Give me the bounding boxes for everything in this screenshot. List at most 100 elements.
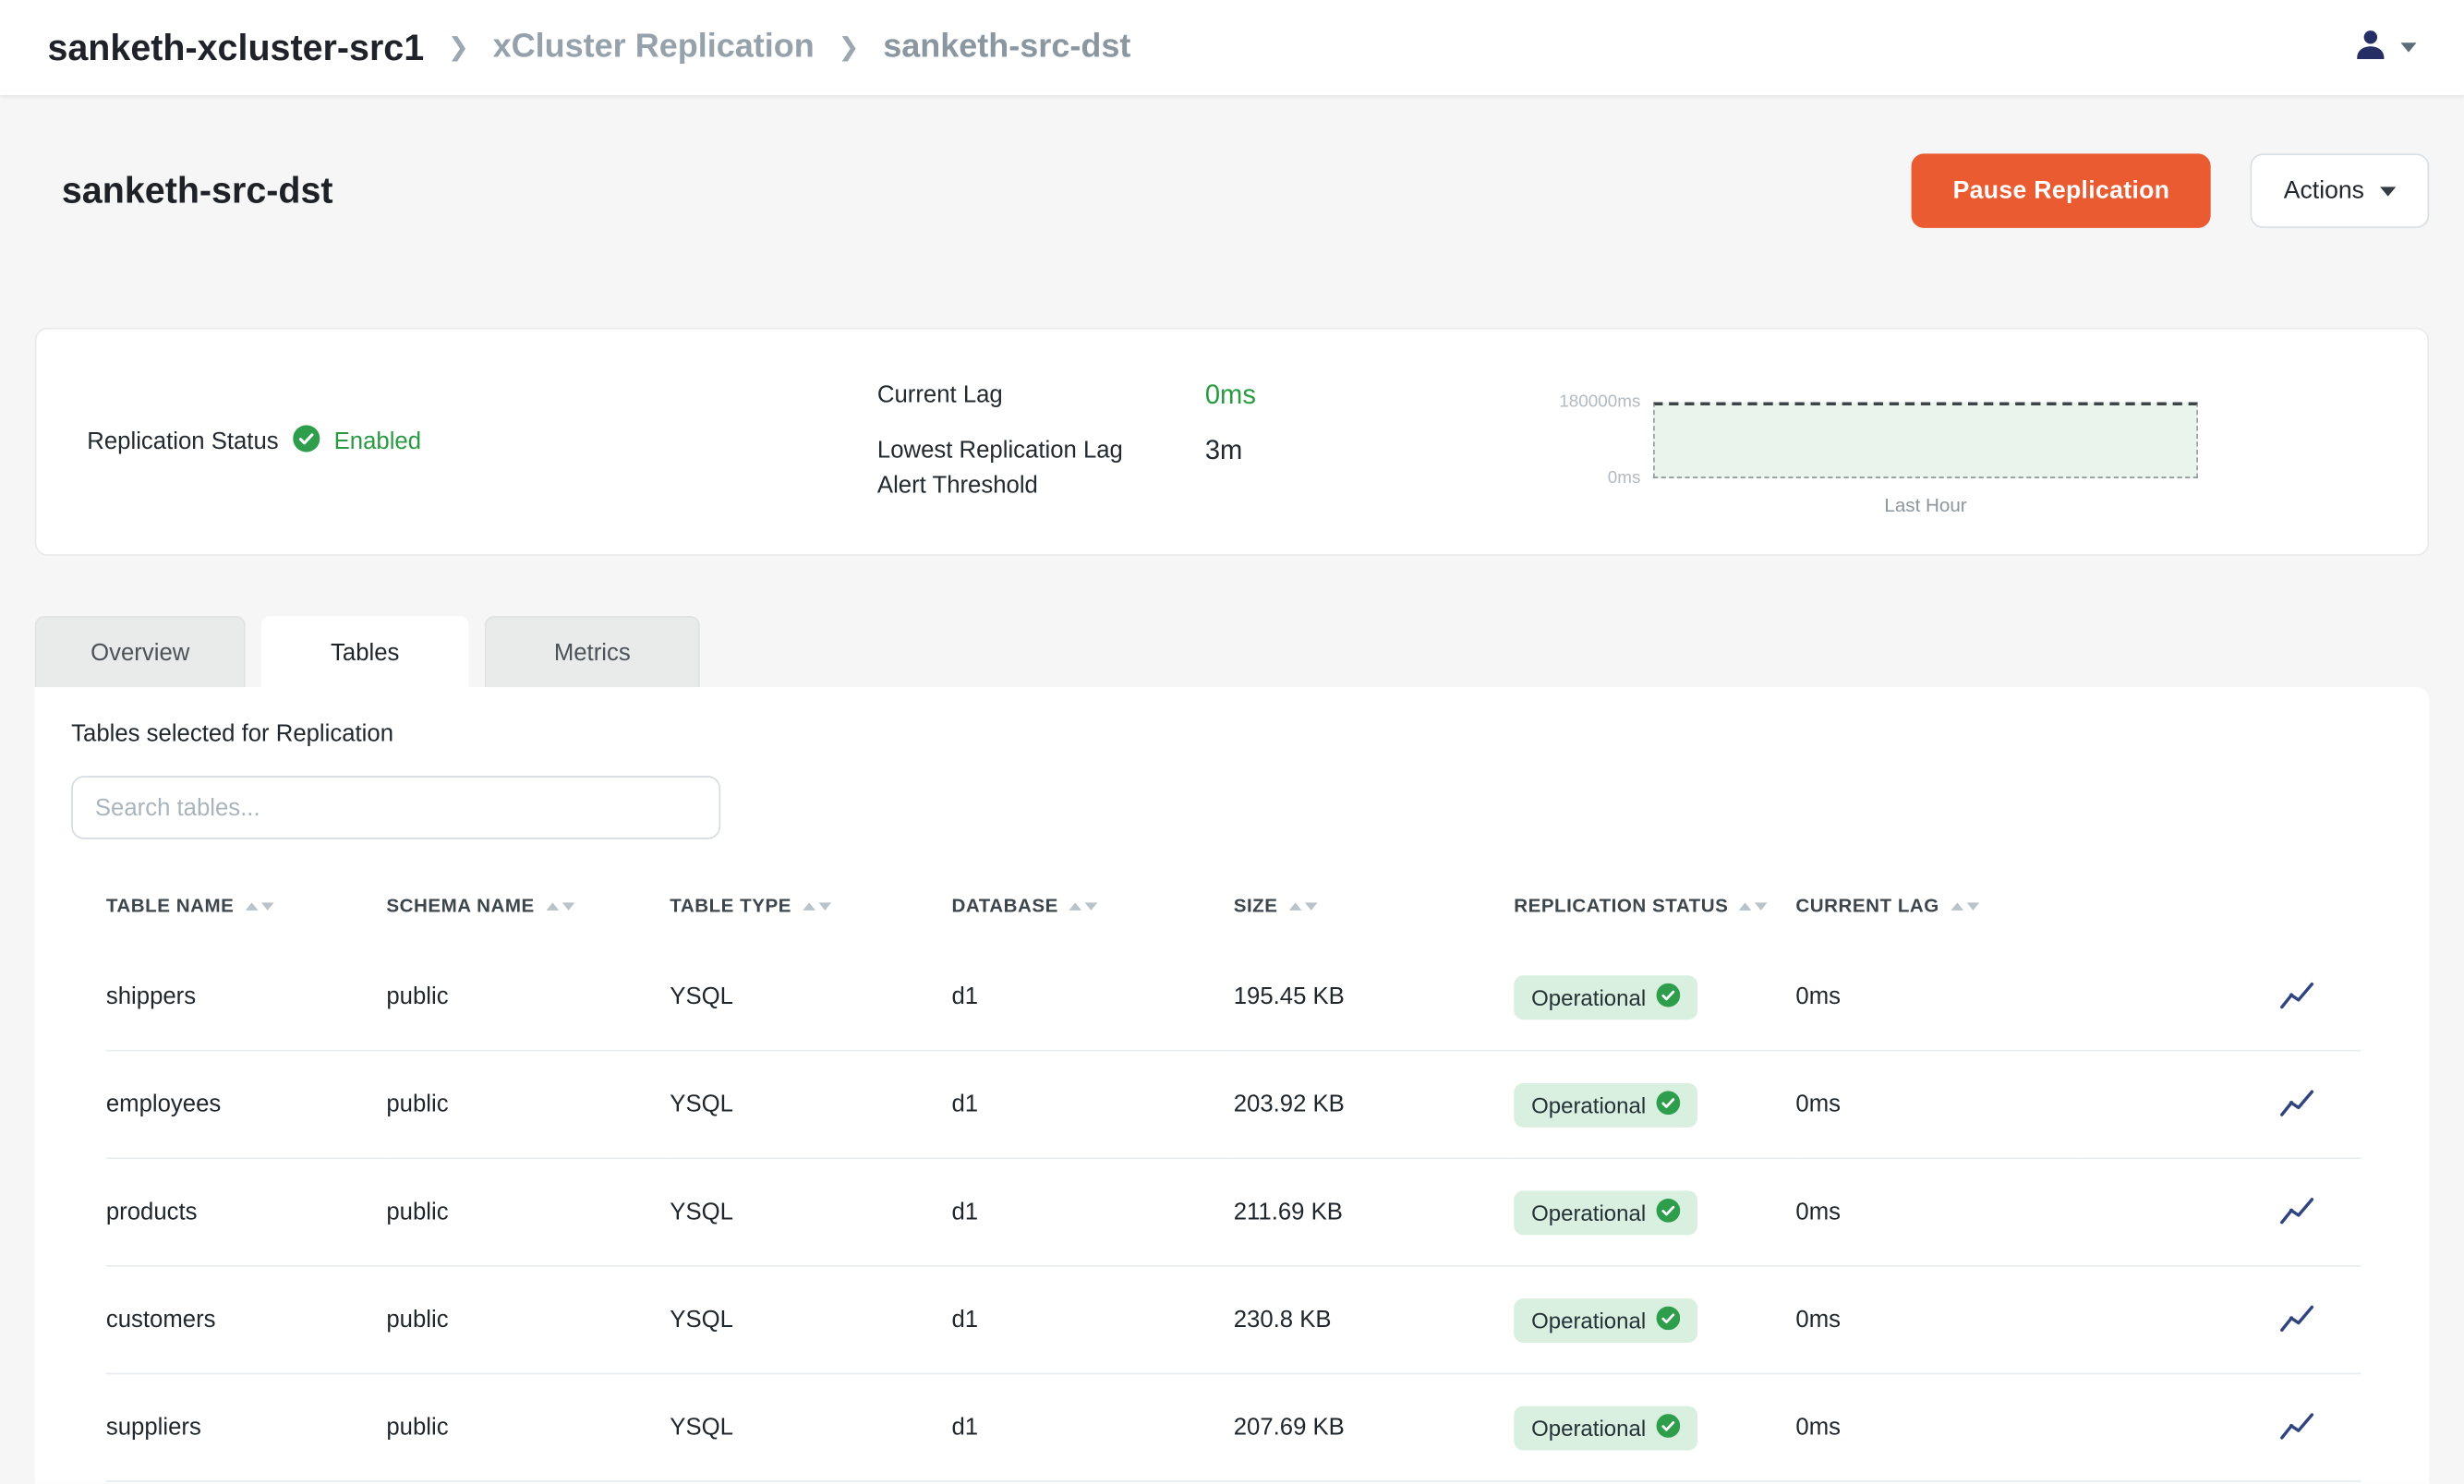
column-label: TABLE TYPE	[670, 895, 791, 917]
breadcrumb-xcluster-replication[interactable]: xCluster Replication	[493, 29, 815, 66]
cell-table-type: YSQL	[670, 1158, 951, 1266]
table-row: suppliers public YSQL d1 207.69 KB Opera…	[106, 1373, 2361, 1481]
check-circle-icon	[1657, 1198, 1681, 1226]
view-lag-metrics-button[interactable]	[2276, 1192, 2318, 1228]
tables-panel: Tables selected for Replication TABLE NA…	[35, 687, 2430, 1483]
cell-schema-name: public	[386, 944, 670, 1051]
sort-arrows-icon	[546, 901, 574, 910]
cell-replication-status: Operational	[1514, 1051, 1795, 1159]
column-header-current-lag[interactable]: CURRENT LAG	[1795, 868, 2081, 944]
cell-table-type: YSQL	[670, 1051, 951, 1159]
table-header-row: TABLE NAME SCHEMA NAME TABLE TYPE DATABA…	[106, 868, 2361, 944]
cell-table-name: shippers	[106, 944, 386, 1051]
check-circle-icon	[1657, 1306, 1681, 1334]
actions-button-label: Actions	[2284, 176, 2364, 205]
column-header-replication-status[interactable]: REPLICATION STATUS	[1514, 868, 1795, 944]
cell-table-type: YSQL	[670, 944, 951, 1051]
lowest-lag-threshold-label: Lowest Replication Lag Alert Threshold	[877, 434, 1205, 503]
line-chart-icon	[2278, 1088, 2314, 1118]
column-label: REPLICATION STATUS	[1514, 895, 1728, 917]
cell-current-lag: 0ms	[1795, 1051, 2081, 1159]
tab-bar: Overview Tables Metrics	[35, 616, 2430, 687]
column-header-database[interactable]: DATABASE	[952, 868, 1234, 944]
sort-arrows-icon	[1739, 901, 1768, 910]
view-lag-metrics-button[interactable]	[2276, 1300, 2318, 1336]
cell-row-actions	[2081, 1051, 2361, 1159]
replication-status-label: Replication Status	[87, 428, 278, 455]
header-actions: Pause Replication Actions	[1912, 153, 2429, 228]
cell-current-lag: 0ms	[1795, 1158, 2081, 1266]
cell-replication-status: Operational	[1514, 1373, 1795, 1481]
sort-arrows-icon	[245, 901, 273, 910]
tab-tables[interactable]: Tables	[261, 616, 469, 687]
check-circle-icon	[293, 425, 320, 458]
cell-table-name: customers	[106, 1266, 386, 1374]
user-icon	[2351, 25, 2389, 71]
actions-dropdown-button[interactable]: Actions	[2251, 153, 2429, 228]
column-header-table-name[interactable]: TABLE NAME	[106, 868, 386, 944]
cell-size: 203.92 KB	[1234, 1051, 1514, 1159]
cell-database: d1	[952, 1051, 1234, 1159]
status-badge: Operational	[1514, 1297, 1698, 1342]
cell-row-actions	[2081, 944, 2361, 1051]
line-chart-icon	[2278, 1196, 2314, 1226]
column-header-size[interactable]: SIZE	[1234, 868, 1514, 944]
column-header-schema-name[interactable]: SCHEMA NAME	[386, 868, 670, 944]
search-tables-input[interactable]	[71, 776, 720, 839]
column-header-table-type[interactable]: TABLE TYPE	[670, 868, 951, 944]
lag-threshold-band	[1653, 403, 2198, 478]
y-axis-min-label: 0ms	[1608, 469, 1641, 489]
chevron-right-icon	[839, 31, 860, 63]
user-menu[interactable]	[2351, 25, 2416, 71]
column-label: SCHEMA NAME	[386, 895, 534, 917]
replication-status: Replication Status Enabled	[87, 425, 421, 458]
cell-size: 195.45 KB	[1234, 944, 1514, 1051]
cell-row-actions	[2081, 1158, 2361, 1266]
table-row: products public YSQL d1 211.69 KB Operat…	[106, 1158, 2361, 1266]
status-badge-label: Operational	[1531, 1200, 1646, 1225]
app-viewport: sanketh-xcluster-src1 xCluster Replicati…	[0, 0, 2464, 1484]
cell-table-type: YSQL	[670, 1373, 951, 1481]
page-title: sanketh-src-dst	[62, 169, 333, 211]
cell-size: 207.69 KB	[1234, 1373, 1514, 1481]
lag-metrics: Current Lag 0ms Lowest Replication Lag A…	[877, 379, 1256, 503]
sort-arrows-icon	[803, 901, 831, 910]
column-header-row-actions	[2081, 868, 2361, 944]
column-label: DATABASE	[952, 895, 1058, 917]
cell-table-name: employees	[106, 1051, 386, 1159]
tab-overview[interactable]: Overview	[35, 616, 246, 687]
cell-database: d1	[952, 1158, 1234, 1266]
chart-x-axis-label: Last Hour	[1653, 494, 2198, 516]
pause-replication-button[interactable]: Pause Replication	[1912, 153, 2211, 228]
column-label: SIZE	[1234, 895, 1278, 917]
replicated-tables-table: TABLE NAME SCHEMA NAME TABLE TYPE DATABA…	[106, 868, 2361, 1482]
lowest-lag-label-line2: Alert Threshold	[877, 469, 1205, 504]
page-header: sanketh-src-dst Pause Replication Action…	[35, 153, 2430, 228]
cell-schema-name: public	[386, 1158, 670, 1266]
breadcrumb-universe[interactable]: sanketh-xcluster-src1	[47, 26, 424, 68]
cell-replication-status: Operational	[1514, 1158, 1795, 1266]
current-lag-label: Current Lag	[877, 379, 1205, 414]
sort-arrows-icon	[1069, 901, 1098, 910]
sort-arrows-icon	[1289, 901, 1318, 910]
status-badge-label: Operational	[1531, 984, 1646, 1009]
cell-schema-name: public	[386, 1373, 670, 1481]
view-lag-metrics-button[interactable]	[2276, 977, 2318, 1013]
cell-replication-status: Operational	[1514, 944, 1795, 1051]
table-row: employees public YSQL d1 203.92 KB Opera…	[106, 1051, 2361, 1159]
column-label: CURRENT LAG	[1795, 895, 1939, 917]
cell-database: d1	[952, 1266, 1234, 1374]
tables-section-heading: Tables selected for Replication	[71, 720, 2393, 747]
current-lag-value: 0ms	[1205, 379, 1256, 414]
status-badge-label: Operational	[1531, 1307, 1646, 1332]
cell-replication-status: Operational	[1514, 1266, 1795, 1374]
tab-metrics[interactable]: Metrics	[485, 616, 700, 687]
status-badge-label: Operational	[1531, 1415, 1646, 1440]
cell-database: d1	[952, 944, 1234, 1051]
view-lag-metrics-button[interactable]	[2276, 1407, 2318, 1443]
breadcrumb-current-config: sanketh-src-dst	[883, 29, 1130, 66]
caret-down-icon	[2380, 186, 2396, 195]
lowest-lag-threshold-value: 3m	[1205, 434, 1256, 469]
cell-table-name: products	[106, 1158, 386, 1266]
view-lag-metrics-button[interactable]	[2276, 1085, 2318, 1121]
